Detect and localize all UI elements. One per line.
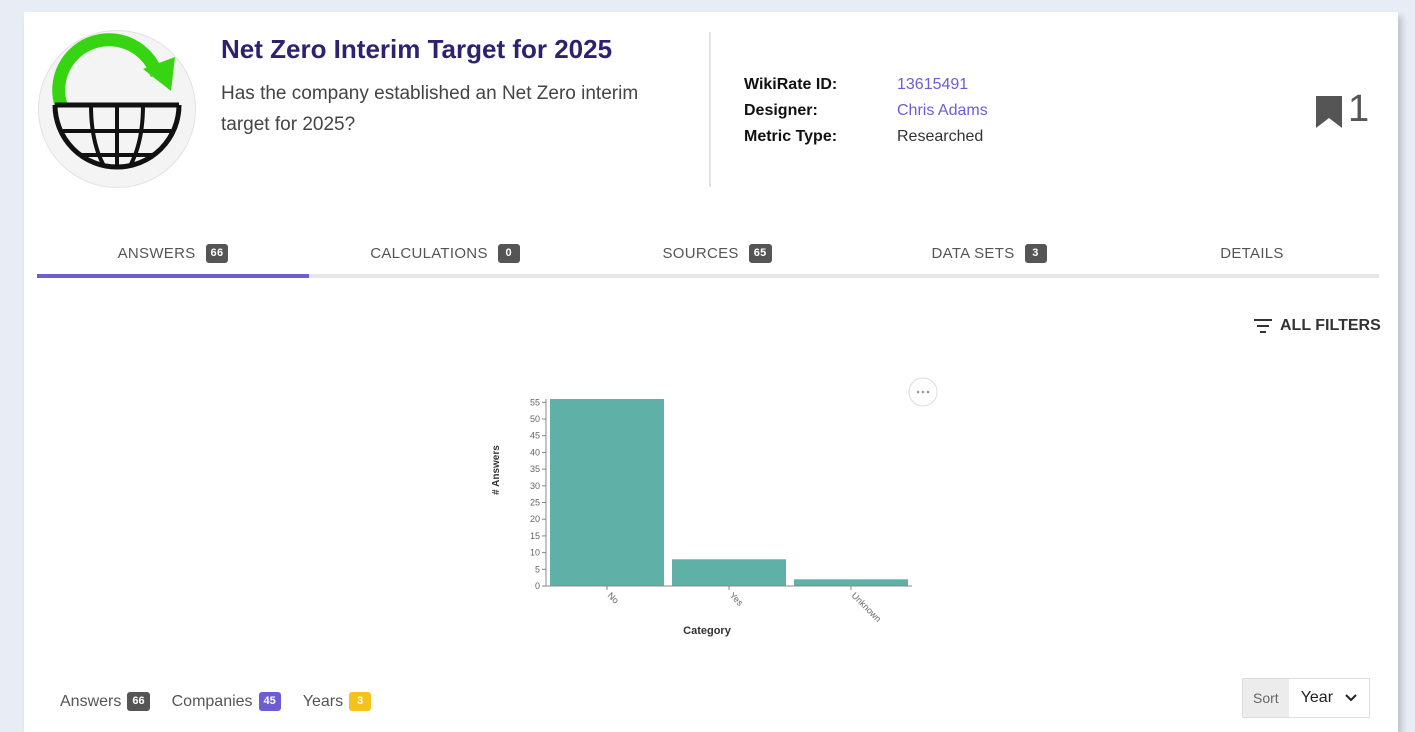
metric-title: Net Zero Interim Target for 2025 — [221, 34, 613, 64]
y-tick-label: 35 — [530, 464, 540, 474]
filter-icon — [1254, 319, 1272, 333]
tab-answers[interactable]: ANSWERS 66 — [37, 232, 309, 274]
all-filters-button[interactable]: ALL FILTERS — [1254, 317, 1381, 335]
bookmark-count: 1 — [1348, 88, 1370, 130]
y-axis: 0 5 10 15 20 25 30 35 40 45 50 55 — [530, 397, 547, 591]
x-tick-label: Unknown — [850, 590, 884, 624]
companies-count-tab[interactable]: Companies 45 — [172, 692, 281, 711]
answers-count-tab[interactable]: Answers 66 — [60, 692, 150, 711]
y-tick-label: 40 — [530, 447, 540, 457]
answers-badge: 66 — [127, 692, 150, 711]
y-tick-label: 55 — [530, 397, 540, 407]
tab-sources[interactable]: SOURCES 65 — [581, 232, 853, 274]
tab-calculations[interactable]: CALCULATIONS 0 — [309, 232, 581, 274]
metric-card: Net Zero Interim Target for 2025 Has the… — [24, 12, 1398, 732]
y-tick-label: 0 — [535, 581, 540, 591]
tab-label: ANSWERS — [117, 244, 196, 262]
tab-data-sets[interactable]: DATA SETS 3 — [853, 232, 1125, 274]
designer-link[interactable]: Chris Adams — [897, 98, 988, 124]
bookmark-icon[interactable] — [1316, 96, 1342, 128]
metric-logo — [38, 30, 196, 188]
tab-badge: 65 — [748, 243, 772, 263]
years-count-tab[interactable]: Years 3 — [302, 692, 372, 711]
metric-type-label: Metric Type: — [744, 128, 838, 145]
summary-bar: Answers 66 Companies 45 Years 3 — [60, 692, 393, 711]
header-divider — [709, 32, 711, 187]
tab-label: DATA SETS — [931, 244, 1015, 262]
x-tick-label: No — [606, 590, 621, 605]
sort-select[interactable]: Year — [1289, 679, 1369, 717]
sort-control: Sort Year — [1242, 678, 1371, 718]
y-tick-label: 25 — [530, 498, 540, 508]
tab-label: SOURCES — [662, 244, 739, 262]
tab-badge: 66 — [205, 243, 229, 263]
tab-label: DETAILS — [1220, 244, 1284, 262]
chevron-down-icon — [1345, 694, 1357, 702]
globe-arrow-icon — [52, 33, 182, 170]
companies-badge: 45 — [258, 692, 281, 711]
sort-value: Year — [1300, 689, 1334, 706]
x-axis: No Yes Unknown — [546, 585, 912, 624]
bars — [550, 399, 908, 586]
chart-menu-button[interactable] — [908, 377, 938, 407]
y-tick-label: 10 — [530, 548, 540, 558]
tab-badge: 0 — [497, 243, 520, 263]
y-tick-label: 15 — [530, 531, 540, 541]
tab-active-indicator — [37, 274, 309, 278]
x-axis-label: Category — [683, 625, 732, 637]
y-tick-label: 20 — [530, 514, 540, 524]
tab-badge: 3 — [1024, 243, 1047, 263]
y-tick-label: 5 — [535, 564, 540, 574]
wikirate-id-label: WikiRate ID: — [744, 76, 838, 93]
tab-bar: ANSWERS 66 CALCULATIONS 0 SOURCES 65 DAT… — [37, 232, 1379, 280]
sort-label: Sort — [1243, 679, 1289, 717]
years-label: Years — [302, 692, 344, 710]
tab-label: CALCULATIONS — [370, 244, 488, 262]
answers-label: Answers — [60, 692, 122, 710]
y-axis-label: # Answers — [491, 445, 502, 495]
metric-question: Has the company established an Net Zero … — [221, 83, 639, 135]
x-tick-label: Yes — [728, 590, 746, 608]
y-tick-label: 30 — [530, 481, 540, 491]
metric-type-value: Researched — [897, 128, 984, 145]
years-badge: 3 — [349, 692, 372, 711]
all-filters-label: ALL FILTERS — [1280, 317, 1381, 334]
designer-label: Designer: — [744, 102, 818, 119]
bar-yes[interactable] — [672, 559, 786, 586]
y-tick-label: 50 — [530, 414, 540, 424]
more-icon — [916, 390, 920, 394]
y-tick-label: 45 — [530, 431, 540, 441]
wikirate-id-link[interactable]: 13615491 — [897, 72, 968, 98]
tab-details[interactable]: DETAILS — [1125, 232, 1379, 274]
bar-no[interactable] — [550, 399, 664, 586]
companies-label: Companies — [171, 692, 253, 710]
answers-bar-chart: 0 5 10 15 20 25 30 35 40 45 50 55 No Yes Unknown # An… — [491, 377, 938, 637]
bar-unknown[interactable] — [794, 579, 908, 586]
